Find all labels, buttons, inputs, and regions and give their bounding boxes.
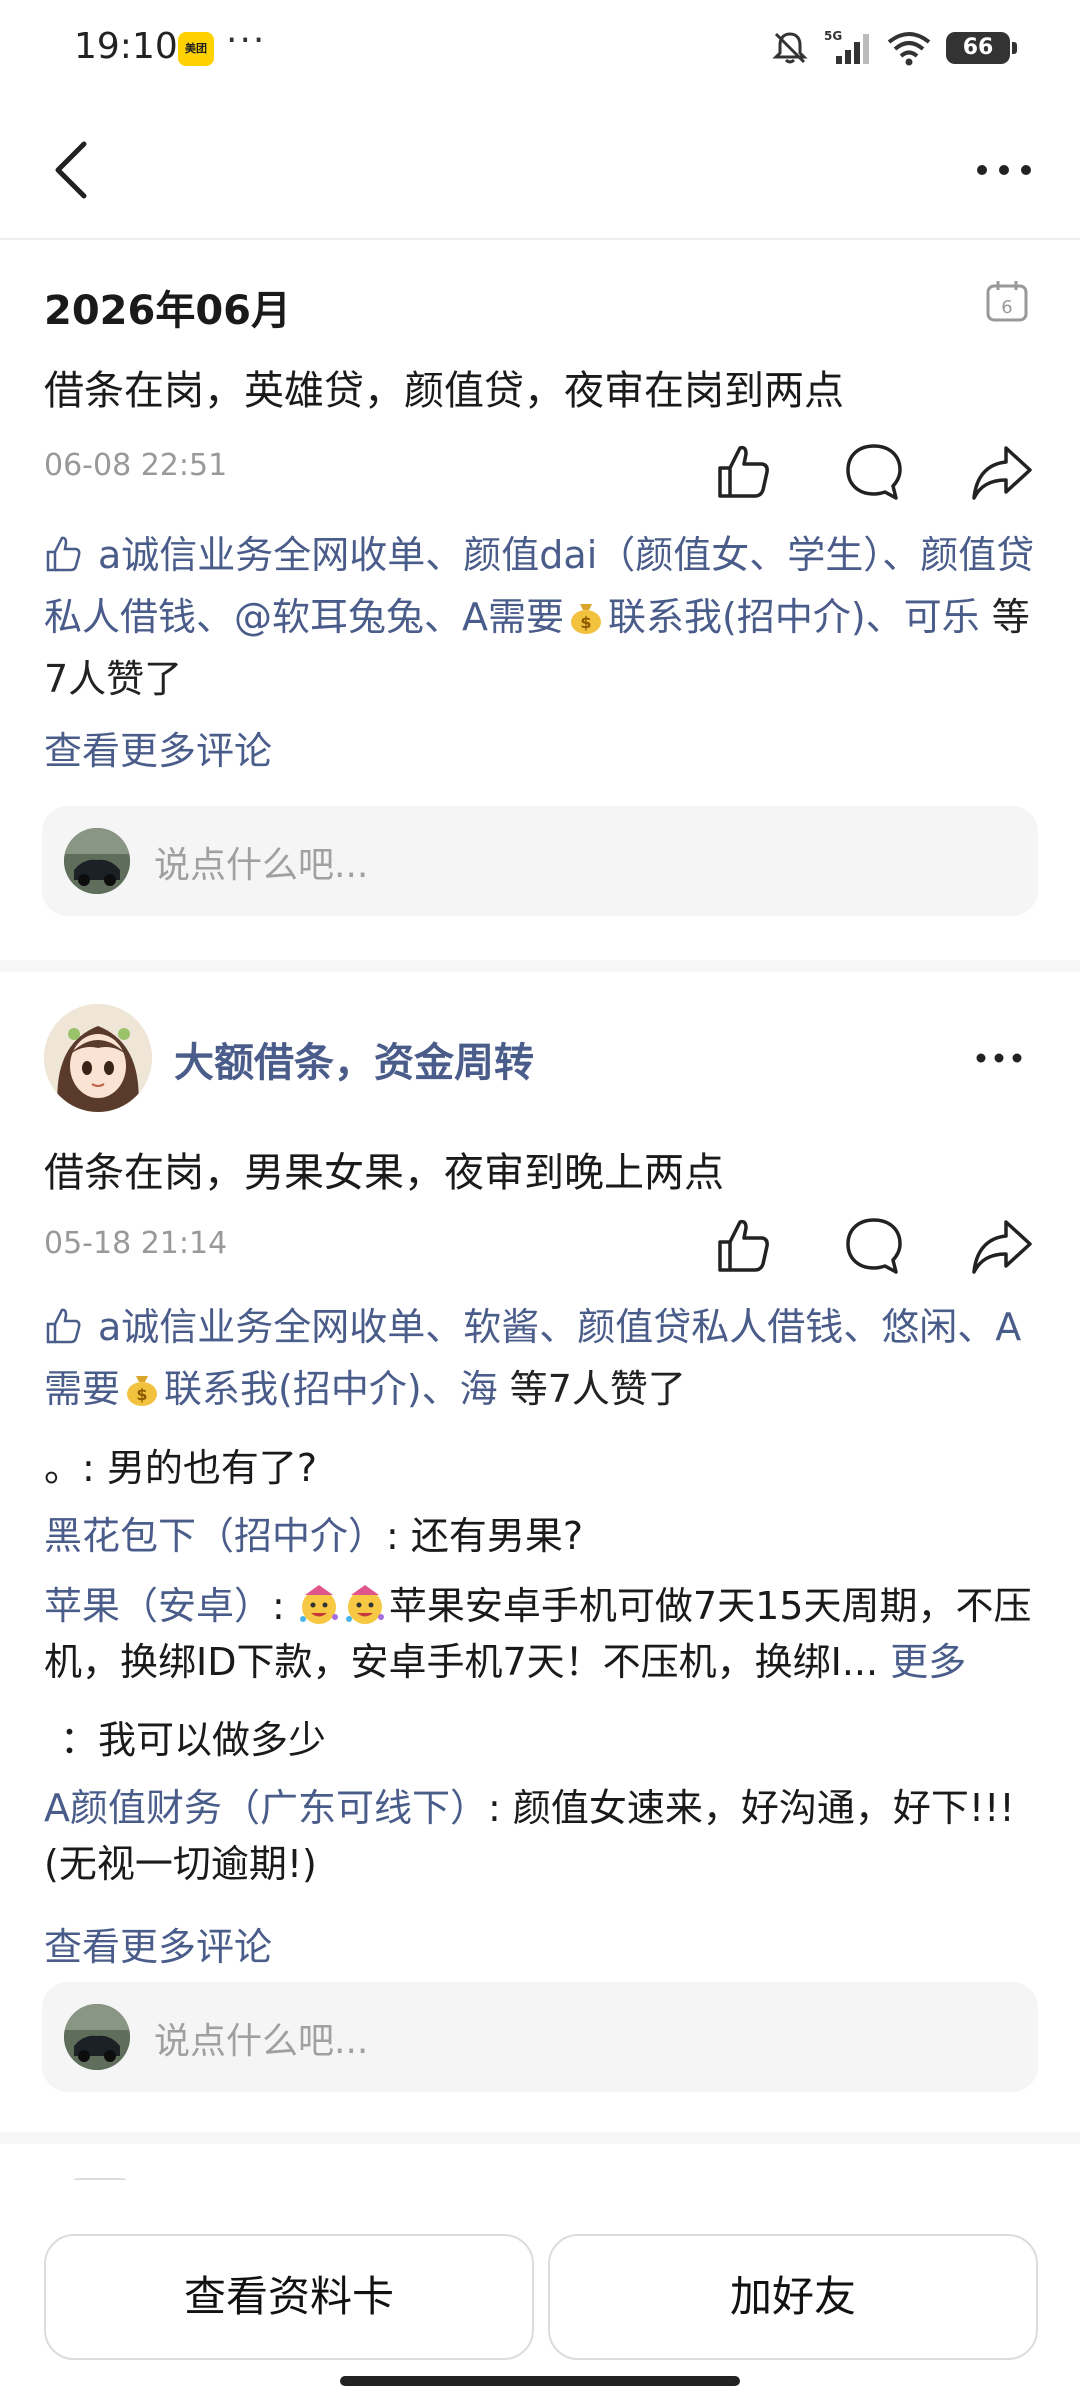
like-icon[interactable] (712, 440, 776, 504)
like-small-icon (46, 536, 81, 572)
status-time: 19:10 (74, 26, 178, 67)
post-more-icon[interactable] (974, 1048, 1024, 1068)
party-emoji-icon (299, 1585, 338, 1624)
add-friend-button[interactable]: 加好友 (548, 2234, 1038, 2360)
post-time: 06-08 22:51 (44, 448, 228, 483)
comment-input[interactable]: 说点什么吧... (42, 806, 1038, 916)
my-avatar (64, 2004, 130, 2070)
money-bag-icon: $ (127, 1376, 158, 1406)
comment-icon[interactable] (842, 1214, 906, 1278)
month-header: 2026年06月 (44, 288, 291, 334)
post-divider (0, 960, 1080, 972)
calendar-icon[interactable]: 6 (984, 278, 1030, 324)
comment-text: : 男的也有了? (82, 1446, 318, 1490)
meituan-app-icon: 美团 (178, 32, 214, 66)
comment-item[interactable]: 苹果（安卓）: 苹果安卓手机可做7天15天周期，不压机，换绑ID下款，安卓手机7… (44, 1578, 1044, 1690)
like-icon[interactable] (712, 1214, 776, 1278)
feed-post: 大额借条，资金周转 借条在岗，男果女果，夜审到晚上两点 05-18 21:14 … (0, 972, 1080, 2132)
liker-names-cont[interactable]: 联系我(招中介)、海 (164, 1367, 498, 1411)
signal-5g-icon: 5G (824, 29, 869, 64)
comment-item[interactable]: ：我可以做多少 (44, 1712, 1044, 1768)
commenter-name[interactable]: A颜值财务（广东可线下） (44, 1786, 488, 1830)
svg-text:5G: 5G (824, 29, 842, 43)
battery-indicator: 66 (946, 32, 1017, 64)
comment-placeholder: 说点什么吧... (154, 845, 369, 886)
money-bag-icon: $ (571, 604, 601, 634)
wifi-icon (887, 32, 931, 66)
status-icons: 5G 66 (770, 28, 1017, 68)
comment-input[interactable]: 说点什么吧... (42, 1982, 1038, 2092)
post-text: 借条在岗，英雄贷，颜值贷，夜审在岗到两点 (44, 368, 844, 414)
bottom-action-bar: 查看资料卡 加好友 (0, 2180, 1080, 2400)
view-more-comments-link[interactable]: 查看更多评论 (44, 1916, 272, 1971)
calendar-day: 6 (1001, 297, 1012, 318)
comment-text: : (272, 1584, 297, 1628)
back-arrow-icon[interactable] (48, 138, 98, 202)
view-more-comments-link[interactable]: 查看更多评论 (44, 720, 272, 775)
nav-bar (0, 100, 1080, 240)
my-avatar (64, 828, 130, 894)
more-options-icon[interactable] (974, 158, 1034, 182)
home-indicator[interactable] (340, 2376, 740, 2386)
comment-item[interactable]: 黑花包下（招中介）: 还有男果? (44, 1508, 1044, 1564)
party-emoji-icon (345, 1585, 384, 1624)
likes-list: a诚信业务全网收单、软酱、颜值贷私人借钱、悠闲、A需要 $ 联系我(招中介)、海… (44, 1296, 1044, 1420)
like-small-icon (46, 1308, 81, 1344)
post-text: 借条在岗，男果女果，夜审到晚上两点 (44, 1150, 724, 1196)
svg-text:$: $ (580, 613, 591, 632)
comment-item[interactable]: A颜值财务（广东可线下）: 颜值女速来，好沟通，好下!!!(无视一切逾期!) (44, 1780, 1044, 1892)
comment-text: : 还有男果? (386, 1514, 584, 1558)
comment-text: ：我可以做多少 (60, 1718, 327, 1762)
svg-text:$: $ (136, 1385, 147, 1404)
commenter-name[interactable]: 。 (44, 1446, 82, 1490)
commenter-name[interactable]: 苹果（安卓） (44, 1584, 272, 1628)
likes-list: a诚信业务全网收单、颜值dai（颜值女、学生）、颜值贷私人借钱、@软耳兔兔、A需… (44, 524, 1044, 710)
comment-placeholder: 说点什么吧... (154, 2021, 369, 2062)
likes-count-text: 等7人赞了 (497, 1367, 686, 1411)
view-profile-card-button[interactable]: 查看资料卡 (44, 2234, 534, 2360)
liker-names-cont[interactable]: 联系我(招中介)、可乐 (608, 595, 980, 639)
post-time: 05-18 21:14 (44, 1226, 228, 1261)
commenter-name[interactable]: 黑花包下（招中介） (44, 1514, 386, 1558)
feed-post: 2026年06月 6 借条在岗，英雄贷，颜值贷，夜审在岗到两点 06-08 22… (0, 240, 1080, 960)
author-avatar[interactable] (44, 1004, 152, 1112)
status-bar: 19:10 美团 ··· 5G 66 (0, 0, 1080, 100)
post-divider (0, 2132, 1080, 2144)
author-name[interactable]: 大额借条，资金周转 (174, 1030, 534, 1088)
comment-item[interactable]: 。: 男的也有了? (44, 1440, 1044, 1496)
share-icon[interactable] (970, 1214, 1034, 1278)
share-icon[interactable] (970, 440, 1034, 504)
mute-bell-icon (772, 32, 808, 64)
comment-icon[interactable] (842, 440, 906, 504)
more-notifications-icon: ··· (226, 20, 267, 61)
expand-more-link[interactable]: 更多 (890, 1640, 966, 1684)
